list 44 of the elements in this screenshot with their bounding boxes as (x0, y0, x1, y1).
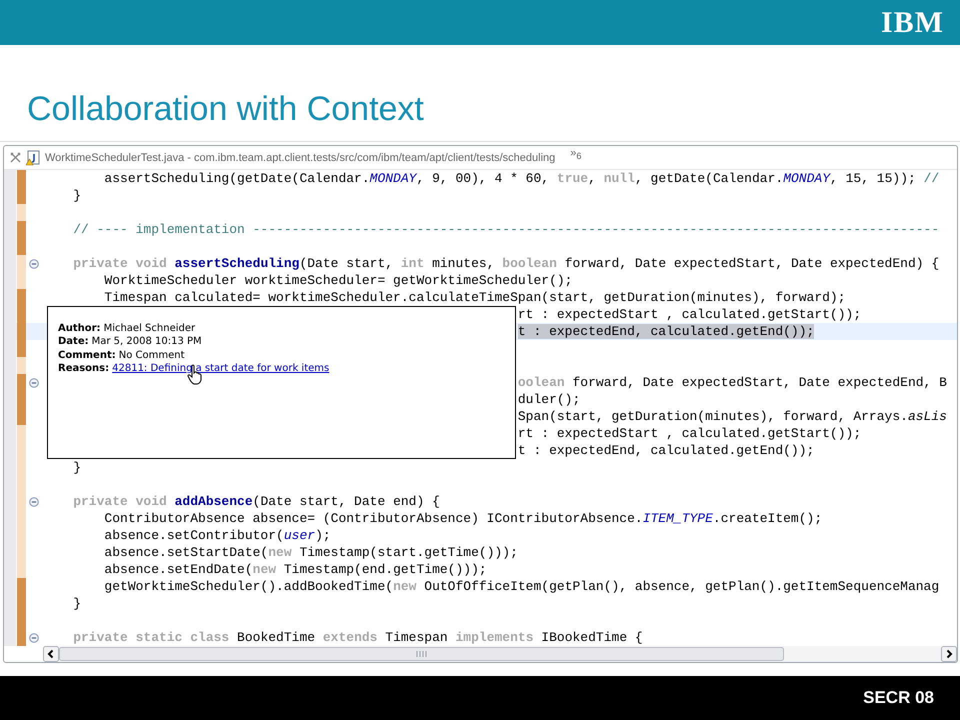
code-line: private static class BookedTime extends Timespan implements IBookedTime { (72, 629, 643, 646)
scroll-right-icon[interactable] (941, 646, 957, 662)
code-line: rt : expectedStart , calculated.getStart()); (518, 306, 862, 323)
scrollbar-thumb[interactable] (59, 647, 784, 661)
code-line: absence.setContributor(user); (103, 527, 331, 544)
close-icon[interactable] (10, 152, 21, 163)
code-line: absence.setStartDate(new Timestamp(start.getTime())); (103, 544, 518, 561)
scroll-left-icon[interactable] (43, 646, 59, 662)
code-line: } (72, 187, 82, 204)
code-line: duler(); (518, 391, 580, 408)
field-label: Author: (58, 323, 101, 334)
field-value: No Comment (118, 350, 185, 361)
code-line: oolean forward, Date expectedStart, Date expectedEnd, B (518, 374, 947, 391)
more-tabs-button[interactable]: »$_{6}$ (560, 147, 582, 168)
code-line: } (72, 595, 82, 612)
code-line: private void addAbsence(Date start, Date end) { (72, 493, 440, 510)
code-line: absence.setEndDate(new Timestamp(end.getTime())); (103, 561, 487, 578)
code-line: // ---- implementation ---------------------------------------------------------------------------------------- (72, 221, 940, 238)
code-line: Timespan calculated= worktimeScheduler.calculateTimeSpan(start, getDuration(minutes), forward); (103, 289, 846, 306)
collapse-icon[interactable] (29, 258, 39, 268)
slide-title: Collaboration with Context (27, 90, 424, 129)
code-line: getWorktimeScheduler().addBookedTime(new OutOfOfficeItem(getPlan(), absence, getPlan().getItemSequenceManag (103, 578, 940, 595)
collapse-icon[interactable] (29, 496, 39, 506)
code-line: ContributorAbsence absence= (ContributorAbsence) IContributorAbsence.ITEM_TYPE.createItem(); (103, 510, 822, 527)
logo: IBM (881, 6, 944, 40)
code-line: t : expectedEnd, calculated.getEnd()); (518, 442, 814, 459)
footer-label: SECR 08 (863, 688, 934, 708)
code-line: assertScheduling(getDate(Calendar.MONDAY, 9, 00), 4 * 60, true, null, getDate(Calendar.MONDAY, 15, 15)); // (103, 170, 940, 187)
collapse-icon[interactable] (29, 632, 39, 642)
field-value: Mar 5, 2008 10:13 PM (92, 336, 202, 348)
code-line: } (72, 459, 82, 476)
code-line: private void assertScheduling(Date start, int minutes, boolean forward, Date expectedStart, Date expectedEnd) { (72, 255, 940, 272)
field-label: Comment: (58, 350, 116, 361)
field-value: Michael Schneider (104, 323, 196, 334)
code-line: rt : expectedStart , calculated.getStart()); (518, 425, 862, 442)
code-line: Span(start, getDuration(minutes), forward, Arrays.asLis (518, 408, 947, 425)
collapse-icon[interactable] (29, 378, 39, 388)
field-label: Date: (58, 336, 89, 348)
code-line: WorktimeScheduler worktimeScheduler= getWorktimeScheduler(); (103, 272, 572, 289)
field-label: Reasons: (58, 363, 110, 374)
tab-title[interactable]: WorktimeSchedulerTest.java - com.ibm.team.apt.client.tests/src/com/ibm/team/apt/client/tests/scheduling (45, 152, 556, 164)
horizontal-scrollbar[interactable] (43, 646, 957, 662)
java-file-icon (26, 150, 40, 166)
work-item-link[interactable]: 42811: Defining a start date for work items (112, 363, 330, 374)
